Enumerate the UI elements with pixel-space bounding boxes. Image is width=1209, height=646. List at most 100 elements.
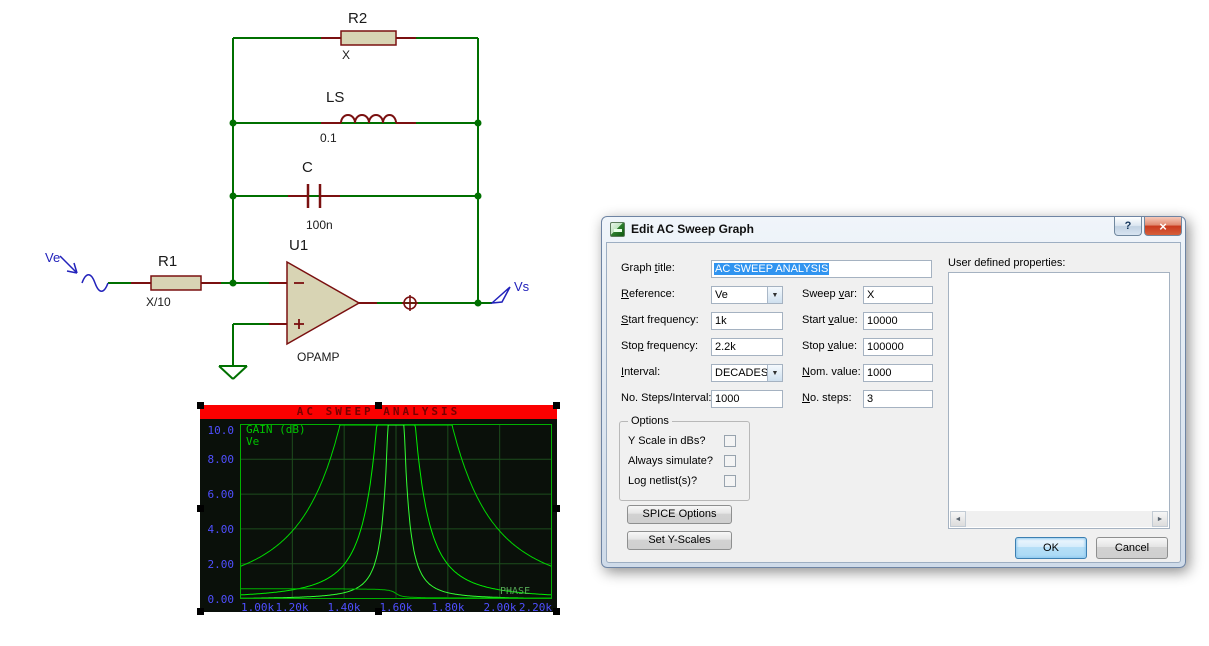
ve-port-label: Ve <box>45 250 60 265</box>
scroll-right-icon: ► <box>1156 515 1164 523</box>
junction-dot <box>229 119 237 127</box>
u1-ref-label: U1 <box>289 237 308 254</box>
options-groupbox: Options Y Scale in dBs? Always simulate?… <box>619 415 750 501</box>
selection-handle[interactable] <box>553 505 560 512</box>
r2-ref-label: R2 <box>348 10 367 27</box>
x-tick-label: 2.20k <box>518 601 552 614</box>
label-start-value: Start value: <box>802 314 858 326</box>
chevron-down-icon[interactable]: ▼ <box>767 365 782 381</box>
label-always-simulate: Always simulate? <box>628 455 713 467</box>
x-tick-label: 1.60k <box>379 601 413 614</box>
scroll-left-icon: ◄ <box>954 515 962 523</box>
y-tick-label: 10.0 <box>207 424 235 437</box>
opamp-u1[interactable] <box>286 260 361 346</box>
selection-handle[interactable] <box>553 402 560 409</box>
ok-button[interactable]: OK <box>1015 537 1087 559</box>
selection-handle[interactable] <box>553 608 560 615</box>
checkbox-y-scale-dbs[interactable] <box>724 435 736 447</box>
cancel-button[interactable]: Cancel <box>1096 537 1168 559</box>
chevron-down-icon[interactable]: ▼ <box>767 287 782 303</box>
label-log-netlist: Log netlist(s)? <box>628 475 698 487</box>
ls-ref-label: LS <box>326 89 344 106</box>
label-graph-title: Graph title: <box>621 262 675 274</box>
inductor-ls[interactable] <box>340 114 397 124</box>
reference-combobox[interactable]: Ve ▼ <box>711 286 783 304</box>
graph-plot-area: GAIN (dB) Ve 10.0 8.00 6.00 4.00 2.00 0.00 1.… <box>200 419 557 614</box>
r2-value-label: X <box>342 48 350 62</box>
reference-value: Ve <box>715 289 728 301</box>
checkbox-always-simulate[interactable] <box>724 455 736 467</box>
app-icon <box>610 222 625 237</box>
spice-options-button[interactable]: SPICE Options <box>627 505 732 524</box>
help-button[interactable]: ? <box>1114 217 1142 236</box>
label-interval: Interval: <box>621 366 661 378</box>
y-tick-label: 8.00 <box>207 453 235 466</box>
junction-dots <box>229 119 482 307</box>
graph-title-input[interactable]: AC SWEEP ANALYSIS <box>711 260 932 278</box>
junction-dot <box>229 192 237 200</box>
close-button[interactable]: × <box>1144 217 1182 236</box>
stop-value-input[interactable] <box>863 338 933 356</box>
user-properties-label: User defined properties: <box>948 257 1066 269</box>
interval-combobox[interactable]: DECADES ▼ <box>711 364 783 382</box>
input-generator-ve[interactable] <box>59 255 109 292</box>
probe-marker[interactable] <box>402 295 418 311</box>
label-sweep-var: Sweep var: <box>802 288 858 300</box>
selection-handle[interactable] <box>375 402 382 409</box>
ground-symbol[interactable] <box>218 361 248 380</box>
steps-per-interval-input[interactable] <box>711 390 783 408</box>
resistor-r2[interactable] <box>340 30 397 46</box>
label-y-scale-dbs: Y Scale in dBs? <box>628 435 706 447</box>
c-value-label: 100n <box>306 218 333 232</box>
interval-value: DECADES <box>715 367 767 379</box>
output-terminal-vs[interactable] <box>489 286 511 304</box>
x-tick-label: 1.20k <box>275 601 309 614</box>
x-axis-ticks: 1.00k 1.20k 1.40k 1.60k 1.80k 2.00k 2.20k <box>240 601 552 614</box>
options-legend: Options <box>628 415 672 427</box>
label-nom-value: Nom. value: <box>802 366 861 378</box>
dialog-titlebar[interactable]: Edit AC Sweep Graph ? × <box>602 217 1185 242</box>
r1-ref-label: R1 <box>158 253 177 270</box>
label-stop-frequency: Stop frequency: <box>621 340 699 352</box>
help-icon: ? <box>1124 220 1132 232</box>
y-tick-label: 4.00 <box>207 523 235 536</box>
set-y-scales-button[interactable]: Set Y-Scales <box>627 531 732 550</box>
selection-handle[interactable] <box>197 402 204 409</box>
dialog-title: Edit AC Sweep Graph <box>631 222 754 236</box>
nom-value-input[interactable] <box>863 364 933 382</box>
edit-ac-sweep-graph-dialog: Edit AC Sweep Graph ? × Graph title: AC … <box>601 216 1186 568</box>
close-icon: × <box>1159 218 1167 234</box>
x-tick-label: 1.00k <box>241 601 275 614</box>
scrollbar-track[interactable] <box>966 511 1152 527</box>
phase-label: PHASE <box>500 586 531 597</box>
scroll-right-button[interactable]: ► <box>1152 511 1168 527</box>
r1-value-label: X/10 <box>146 295 171 309</box>
junction-dot <box>229 279 237 287</box>
sweep-var-input[interactable] <box>863 286 933 304</box>
y-tick-label: 6.00 <box>207 488 235 501</box>
no-steps-input[interactable] <box>863 390 933 408</box>
resistor-r1[interactable] <box>150 275 202 291</box>
scroll-left-button[interactable]: ◄ <box>950 511 966 527</box>
checkbox-log-netlist[interactable] <box>724 475 736 487</box>
ac-sweep-graph[interactable]: AC SWEEP ANALYSIS GAIN (dB) Ve 10.0 8.00 6… <box>197 402 560 615</box>
stop-frequency-input[interactable] <box>711 338 783 356</box>
label-steps-per-interval: No. Steps/Interval: <box>621 392 712 404</box>
label-reference: Reference: <box>621 288 675 300</box>
label-stop-value: Stop value: <box>802 340 858 352</box>
user-properties-textarea[interactable]: ◄ ► <box>948 272 1170 529</box>
vs-port-label: Vs <box>514 279 530 294</box>
x-tick-label: 1.80k <box>431 601 465 614</box>
horizontal-scrollbar[interactable]: ◄ ► <box>950 511 1168 527</box>
start-value-input[interactable] <box>863 312 933 330</box>
selection-handle[interactable] <box>197 505 204 512</box>
x-tick-label: 2.00k <box>483 601 517 614</box>
start-frequency-input[interactable] <box>711 312 783 330</box>
y-axis-ticks: 10.0 8.00 6.00 4.00 2.00 0.00 <box>200 424 237 606</box>
junction-dot <box>474 299 482 307</box>
schematic-canvas[interactable]: R2 X LS 0.1 C 100n U1 OPAMP R1 X/10 Ve V… <box>0 0 600 400</box>
graph-title-value: AC SWEEP ANALYSIS <box>714 263 830 275</box>
label-start-frequency: Start frequency: <box>621 314 699 326</box>
selection-handle[interactable] <box>375 608 382 615</box>
selection-handle[interactable] <box>197 608 204 615</box>
